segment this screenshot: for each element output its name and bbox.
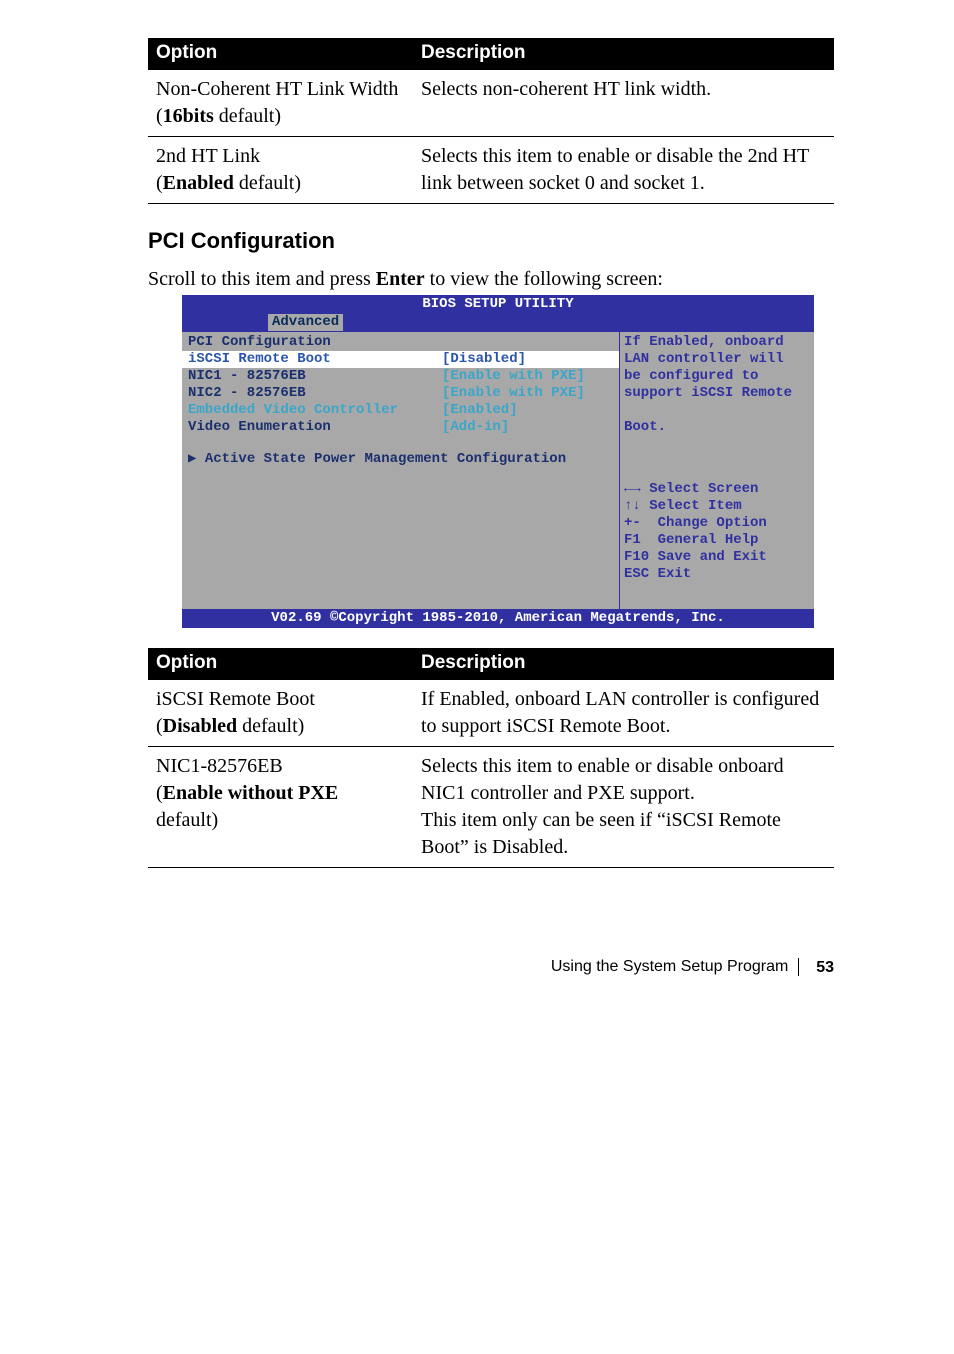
desc-cell: Selects this item to enable or disable t…: [413, 137, 834, 204]
bios-submenu: ▶ Active State Power Management Configur…: [182, 451, 566, 468]
bios-status-bar: V02.69 ©Copyright 1985-2010, American Me…: [182, 609, 814, 628]
bios-item: iSCSI Remote Boot: [182, 351, 442, 368]
col-option: Option: [148, 38, 413, 70]
bios-help-pane: If Enabled, onboard LAN controller will …: [620, 331, 814, 609]
section-intro: Scroll to this item and press Enter to v…: [148, 268, 834, 291]
bios-title: BIOS SETUP UTILITY: [182, 295, 814, 314]
table-row: iSCSI Remote Boot (Disabled default) If …: [148, 680, 834, 747]
bios-item: Video Enumeration: [182, 419, 442, 436]
bottom-options-table: Option Description iSCSI Remote Boot (Di…: [148, 648, 834, 868]
desc-cell: If Enabled, onboard LAN controller is co…: [413, 680, 834, 747]
table-row: Non-Coherent HT Link Width (16bits defau…: [148, 70, 834, 137]
desc-cell: Selects this item to enable or disable o…: [413, 747, 834, 868]
bios-key-hint: ESC Exit: [624, 566, 810, 583]
bios-value: [Enable with PXE]: [442, 385, 619, 402]
opt-cell: iSCSI Remote Boot (Disabled default): [148, 680, 413, 747]
table-row: NIC1-82576EB (Enable without PXE default…: [148, 747, 834, 868]
bios-value: [Enable with PXE]: [442, 368, 619, 385]
bios-screenshot: BIOS SETUP UTILITY Advanced PCI Configur…: [182, 295, 814, 628]
opt-cell: NIC1-82576EB (Enable without PXE default…: [148, 747, 413, 868]
bios-tabbar: Advanced: [182, 314, 814, 331]
col-option: Option: [148, 648, 413, 680]
bios-key-hint: +- Change Option: [624, 515, 810, 532]
bios-item: NIC2 - 82576EB: [182, 385, 442, 402]
footer-text: Using the System Setup Program: [551, 958, 788, 975]
bios-value: [Disabled]: [442, 351, 619, 368]
bios-item: Embedded Video Controller: [182, 402, 442, 419]
bios-value: [Enabled]: [442, 402, 619, 419]
page-footer: Using the System Setup Program 53: [148, 958, 834, 976]
section-heading: PCI Configuration: [148, 228, 834, 254]
page-number: 53: [816, 959, 834, 976]
bios-key-hint: F1 General Help: [624, 532, 810, 549]
bios-key-hint: ←→ Select Screen: [624, 481, 810, 498]
bios-section-label: PCI Configuration: [182, 334, 442, 351]
bios-key-hint: ↑↓ Select Item: [624, 498, 810, 515]
bios-value: [Add-in]: [442, 419, 619, 436]
opt-cell: Non-Coherent HT Link Width (16bits defau…: [148, 70, 413, 137]
bios-item: NIC1 - 82576EB: [182, 368, 442, 385]
col-description: Description: [413, 38, 834, 70]
bios-tab-advanced: Advanced: [268, 314, 343, 331]
opt-cell: 2nd HT Link (Enabled default): [148, 137, 413, 204]
bios-left-pane: PCI Configuration iSCSI Remote Boot[Disa…: [182, 331, 620, 609]
table-row: 2nd HT Link (Enabled default) Selects th…: [148, 137, 834, 204]
bios-key-hint: F10 Save and Exit: [624, 549, 810, 566]
top-options-table: Option Description Non-Coherent HT Link …: [148, 38, 834, 204]
desc-cell: Selects non-coherent HT link width.: [413, 70, 834, 137]
col-description: Description: [413, 648, 834, 680]
footer-divider: [798, 958, 799, 976]
